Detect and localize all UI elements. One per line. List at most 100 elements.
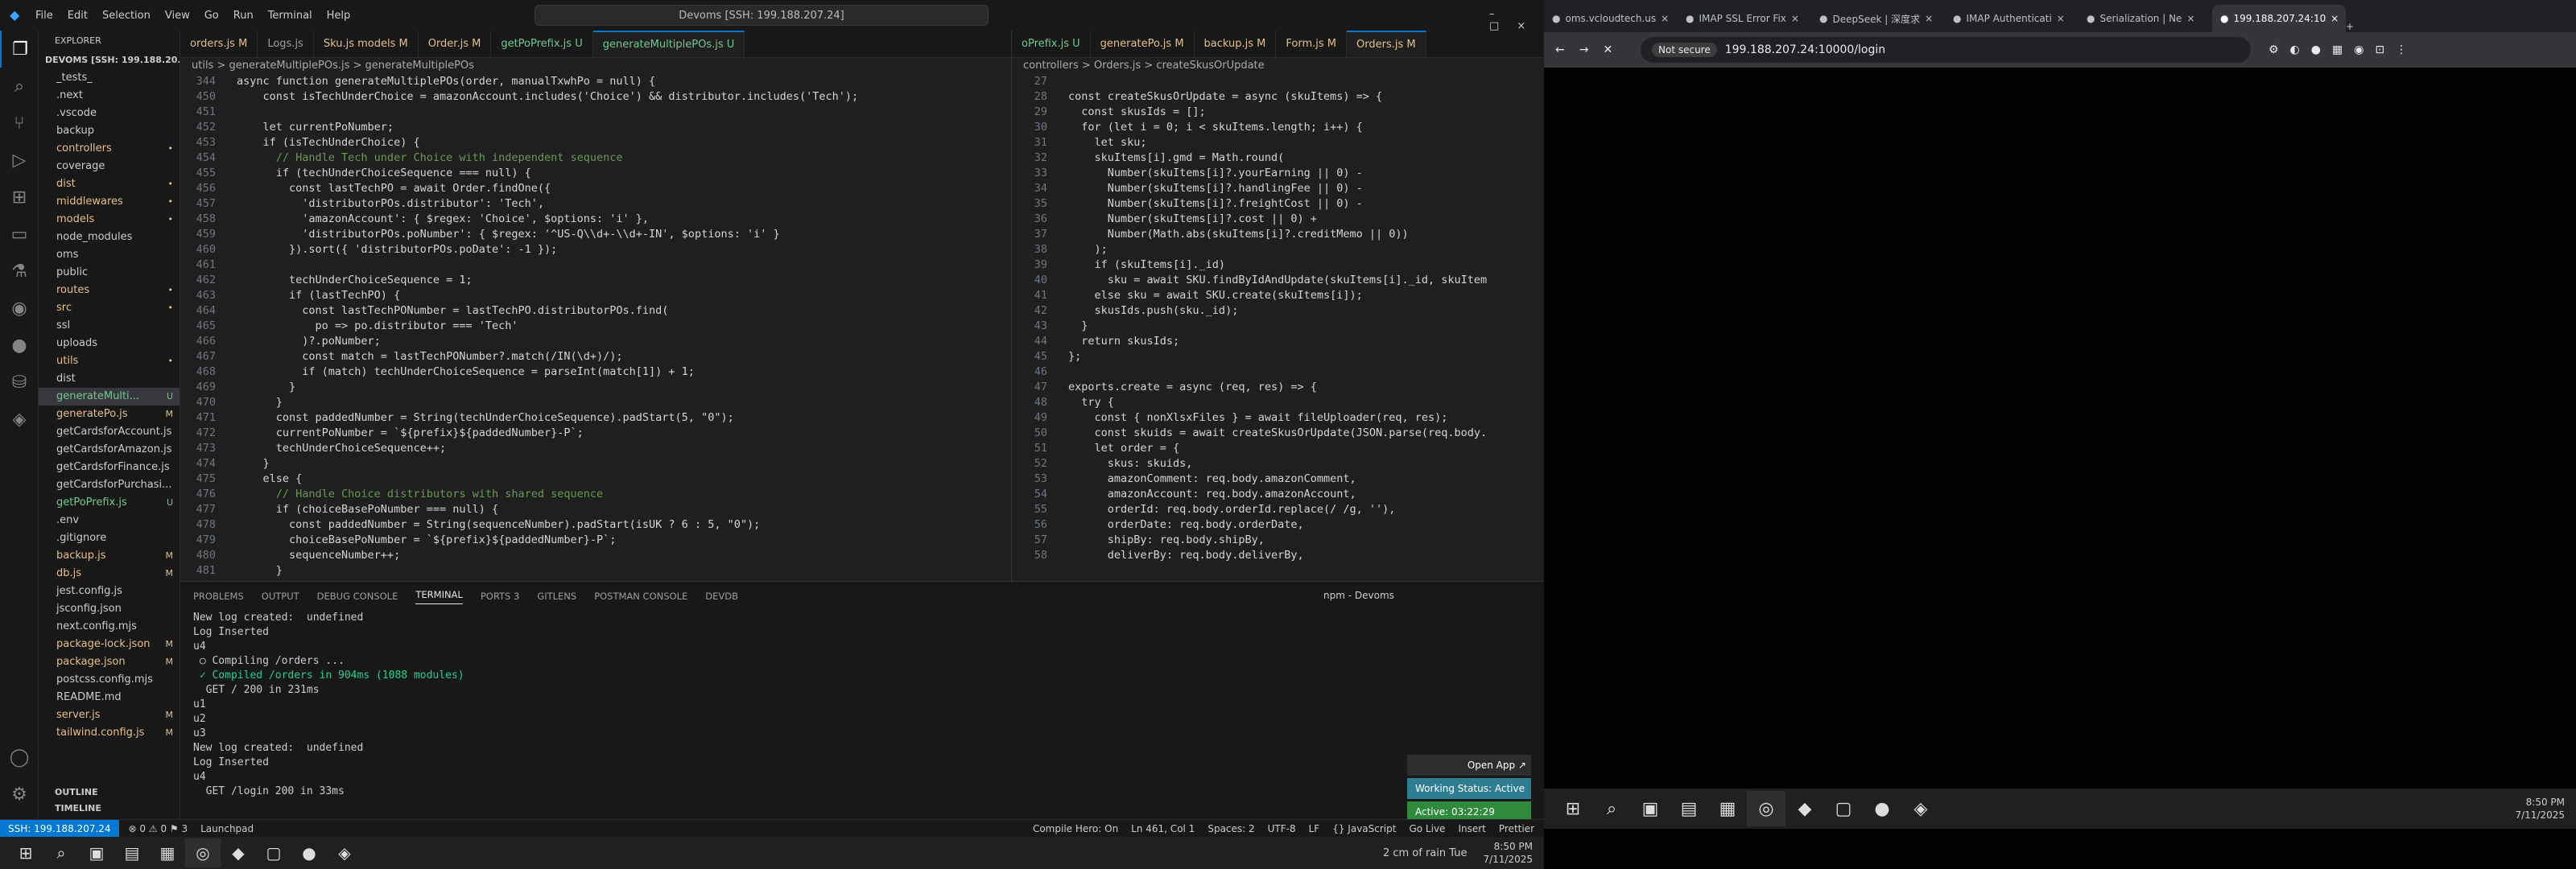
tree-item[interactable]: next.config.mjs — [39, 618, 180, 636]
back-icon[interactable]: ← — [1555, 43, 1565, 56]
command-center[interactable]: Devoms [SSH: 199.188.207.24] — [535, 5, 989, 26]
insert-mode[interactable]: Insert — [1458, 823, 1485, 834]
search-icon[interactable]: ⌕ — [0, 68, 39, 105]
extension-icons[interactable]: ⚙◐●▦◉⊡⋮ — [2268, 43, 2418, 56]
chrome-icon[interactable]: ◎ — [185, 838, 221, 867]
editor-tab[interactable]: Orders.js M — [1347, 31, 1426, 57]
task-view-icon[interactable]: ▣ — [79, 838, 114, 867]
app-icon[interactable]: ● — [291, 838, 327, 867]
encoding[interactable]: UTF-8 — [1268, 823, 1296, 834]
tree-item[interactable]: jsconfig.json — [39, 600, 180, 618]
browser-tab[interactable]: ● Serialization | Ne × — [2079, 5, 2212, 32]
tree-item[interactable]: middlewares • — [39, 193, 180, 211]
launchpad-item[interactable]: Launchpad — [200, 823, 254, 834]
go-live[interactable]: Go Live — [1409, 823, 1445, 834]
tree-item[interactable]: generateMulti... U — [39, 388, 180, 406]
tree-item[interactable]: dist • — [39, 175, 180, 193]
source-control-icon[interactable]: ⑂ — [0, 105, 39, 142]
close-tab-icon[interactable]: × — [2330, 13, 2339, 24]
workspace-root[interactable]: DEVOMS [SSH: 199.188.20... — [39, 51, 180, 69]
terminal-output[interactable]: New log created: undefined Log Inserted u4… — [180, 611, 1544, 799]
panel-tab[interactable]: POSTMAN CONSOLE — [594, 591, 687, 602]
browser-tab[interactable]: ● oms.vcloudtech.us × — [1544, 5, 1678, 32]
editor-tab[interactable]: Logs.js — [258, 31, 314, 57]
zoom-icon[interactable]: ▢ — [1824, 791, 1863, 826]
tree-item[interactable]: README.md — [39, 689, 180, 706]
outline-section[interactable]: OUTLINE — [39, 787, 180, 797]
clock[interactable]: 8:50 PM 7/11/2025 — [1483, 840, 1533, 866]
tree-item[interactable]: controllers • — [39, 140, 180, 158]
search-icon[interactable]: ⌕ — [43, 838, 79, 867]
chrome-icon[interactable]: ◎ — [1747, 791, 1785, 826]
panel-tab[interactable]: DEVDB — [705, 591, 738, 602]
tree-item[interactable]: coverage — [39, 158, 180, 175]
windows-start-icon[interactable]: ⊞ — [1554, 791, 1592, 826]
menu-item-selection[interactable]: Selection — [102, 10, 151, 22]
tree-item[interactable]: .gitignore — [39, 529, 180, 547]
indentation[interactable]: Spaces: 2 — [1208, 823, 1254, 834]
tree-item[interactable]: dist — [39, 370, 180, 388]
tree-item[interactable]: db.js M — [39, 565, 180, 583]
tree-item[interactable]: .next — [39, 87, 180, 105]
tree-item[interactable]: jest.config.js — [39, 583, 180, 600]
settings-gear-icon[interactable]: ⚙ — [0, 776, 39, 813]
tree-item[interactable]: utils • — [39, 352, 180, 370]
forward-icon[interactable]: → — [1579, 43, 1589, 56]
app2-icon[interactable]: ◈ — [327, 838, 362, 867]
status-tile[interactable]: Working Status: Active — [1407, 778, 1531, 799]
tree-item[interactable]: package-lock.json M — [39, 636, 180, 653]
store-icon[interactable]: ▦ — [1708, 791, 1747, 826]
search-icon[interactable]: ⌕ — [1592, 791, 1631, 826]
remote-explorer-icon[interactable]: ▭ — [0, 216, 39, 253]
editor-tab[interactable]: Order.js M — [419, 31, 492, 57]
docker-icon[interactable]: ◈ — [0, 401, 39, 438]
tree-item[interactable]: public — [39, 264, 180, 282]
tree-item[interactable]: generatePo.js M — [39, 406, 180, 423]
menu-item-edit[interactable]: Edit — [68, 10, 88, 22]
close-tab-icon[interactable]: × — [2186, 13, 2194, 24]
tree-item[interactable]: src • — [39, 299, 180, 317]
editor-tab[interactable]: generateMultiplePOs.js U — [592, 31, 745, 57]
menu-item-terminal[interactable]: Terminal — [268, 10, 312, 22]
panel-tab[interactable]: PORTS 3 — [481, 591, 519, 602]
file-explorer-icon[interactable]: ▤ — [1670, 791, 1708, 826]
code-view-left[interactable]: 344 async function generateMultiplePOs(or… — [180, 74, 1011, 579]
eol[interactable]: LF — [1309, 823, 1320, 834]
postman-icon[interactable]: ● — [0, 327, 39, 364]
tree-item[interactable]: getCardsforAccount.js — [39, 423, 180, 441]
tree-item[interactable]: oms — [39, 246, 180, 264]
editor-tab[interactable]: orders.js M — [180, 31, 258, 57]
zoom-icon[interactable]: ▢ — [256, 838, 291, 867]
windows-start-icon[interactable]: ⊞ — [8, 838, 43, 867]
stop-icon[interactable]: ✕ — [1603, 43, 1612, 56]
panel-tab[interactable]: GITLENS — [537, 591, 576, 602]
weather-widget[interactable]: 2 cm of rain Tue — [1383, 847, 1468, 859]
menu-item-go[interactable]: Go — [204, 10, 219, 22]
editor-tab[interactable]: Sku.js models M — [314, 31, 419, 57]
panel-tab[interactable]: OUTPUT — [262, 591, 299, 602]
not-secure-badge[interactable]: Not secure — [1652, 43, 1717, 57]
tree-item[interactable]: backup — [39, 122, 180, 140]
account-icon[interactable]: ◯ — [0, 739, 39, 776]
editor-tab[interactable]: oPrefix.js U — [1012, 31, 1091, 57]
vscode-icon[interactable]: ◆ — [1785, 791, 1824, 826]
tree-item[interactable]: ssl — [39, 317, 180, 335]
store-icon[interactable]: ▦ — [150, 838, 185, 867]
tree-item[interactable]: node_modules — [39, 229, 180, 246]
terminal-selector[interactable]: npm - Devoms — [1323, 590, 1394, 601]
panel-tab[interactable]: PROBLEMS — [193, 591, 244, 602]
close-tab-icon[interactable]: × — [2057, 13, 2065, 24]
file-explorer-icon[interactable]: ▤ — [114, 838, 150, 867]
app2-icon[interactable]: ◈ — [1901, 791, 1940, 826]
cursor-position[interactable]: Ln 461, Col 1 — [1131, 823, 1195, 834]
editor-tab[interactable]: backup.js M — [1195, 31, 1277, 57]
tree-item[interactable]: postcss.config.mjs — [39, 671, 180, 689]
remote-indicator[interactable]: SSH: 199.188.207.24 — [0, 819, 119, 837]
vscode-icon[interactable]: ◆ — [221, 838, 256, 867]
menu-item-file[interactable]: File — [35, 10, 53, 22]
tree-item[interactable]: tailwind.config.js M — [39, 724, 180, 742]
status-tile[interactable]: Open App ↗ — [1407, 755, 1531, 776]
clock[interactable]: 8:50 PM 7/11/2025 — [2515, 796, 2565, 822]
gitlens-icon[interactable]: ◉ — [0, 290, 39, 327]
tree-item[interactable]: getPoPrefix.js U — [39, 494, 180, 512]
